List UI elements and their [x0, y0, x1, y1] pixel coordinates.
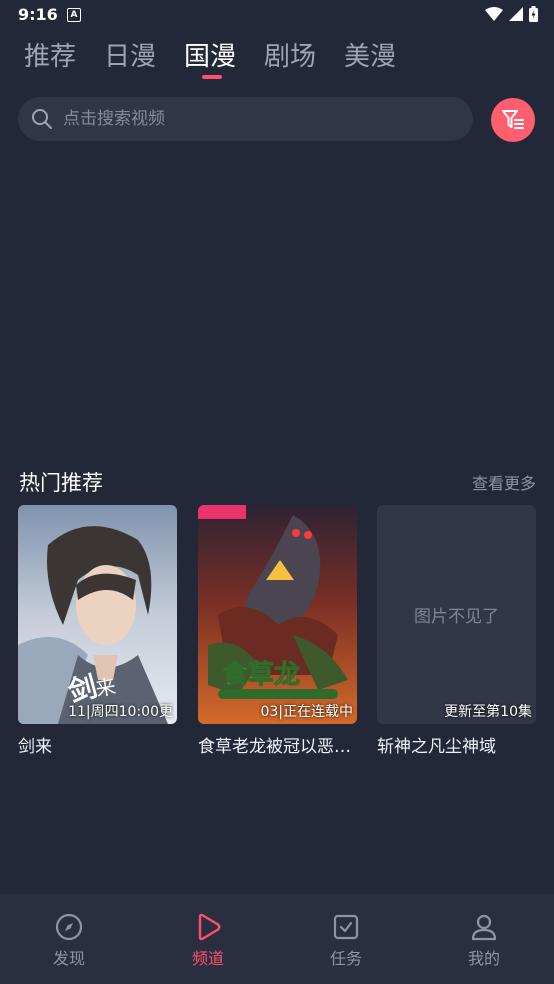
image-missing-text: 图片不见了 [414, 607, 499, 627]
task-icon [333, 914, 359, 940]
nav-channel[interactable]: 频道 [168, 912, 248, 969]
signal-icon [509, 7, 523, 21]
tab-recommend[interactable]: 推荐 [24, 36, 104, 73]
active-tab-indicator [202, 75, 222, 79]
user-icon [471, 914, 497, 941]
portrait-cover-image: 剑 来 [18, 505, 177, 724]
episode-badge: 更新至第10集 [444, 704, 532, 720]
episode-badge: 11|周四10:00更 [68, 704, 173, 720]
card-cover[interactable]: 图片不见了 更新至第10集 [377, 505, 536, 724]
dragon-poster-image: 食草龙 [198, 505, 357, 724]
card-title: 食草老龙被冠以恶… [198, 737, 351, 757]
status-icons [485, 6, 538, 22]
bottom-navigation: 发现 频道 任务 我的 [0, 894, 554, 984]
card-cover[interactable]: 食草龙 03|正在连载中 [198, 505, 357, 724]
nav-discover[interactable]: 发现 [29, 912, 109, 969]
tab-american-anime[interactable]: 美漫 [344, 36, 424, 73]
tab-theater[interactable]: 剧场 [264, 36, 344, 73]
nav-profile[interactable]: 我的 [444, 912, 524, 969]
section-title: 热门推荐 [19, 471, 103, 495]
anime-card[interactable]: 剑 来 11|周四10:00更 剑来 [18, 505, 177, 757]
notification-icon: A [67, 8, 81, 22]
compass-icon [55, 913, 83, 941]
search-bar[interactable] [18, 97, 473, 141]
see-more-link[interactable]: 查看更多 [472, 470, 536, 494]
poster-title-art: 食草龙 [222, 659, 300, 690]
search-icon [32, 109, 52, 129]
episode-badge: 03|正在连载中 [260, 704, 353, 720]
tab-chinese-anime[interactable]: 国漫 [184, 36, 264, 79]
nav-tasks[interactable]: 任务 [306, 912, 386, 969]
category-tabs: 推荐 日漫 国漫 剧场 美漫 [24, 36, 424, 79]
tab-japanese-anime[interactable]: 日漫 [104, 36, 184, 73]
anime-card[interactable]: 食草龙 03|正在连载中 食草老龙被冠以恶… [198, 505, 357, 757]
wifi-icon [485, 7, 503, 21]
card-title: 剑来 [18, 737, 52, 757]
status-bar: 9:16 A [0, 0, 554, 30]
card-title: 斩神之凡尘神域 [377, 737, 496, 757]
battery-icon [529, 6, 538, 22]
svg-text:来: 来 [94, 674, 118, 701]
play-icon [198, 913, 221, 941]
filter-button[interactable] [491, 98, 535, 142]
filter-icon [502, 110, 524, 129]
anime-card[interactable]: 图片不见了 更新至第10集 斩神之凡尘神域 [377, 505, 536, 757]
card-cover[interactable]: 剑 来 11|周四10:00更 [18, 505, 177, 724]
search-input[interactable] [63, 97, 453, 141]
status-time: 9:16 [18, 5, 58, 24]
